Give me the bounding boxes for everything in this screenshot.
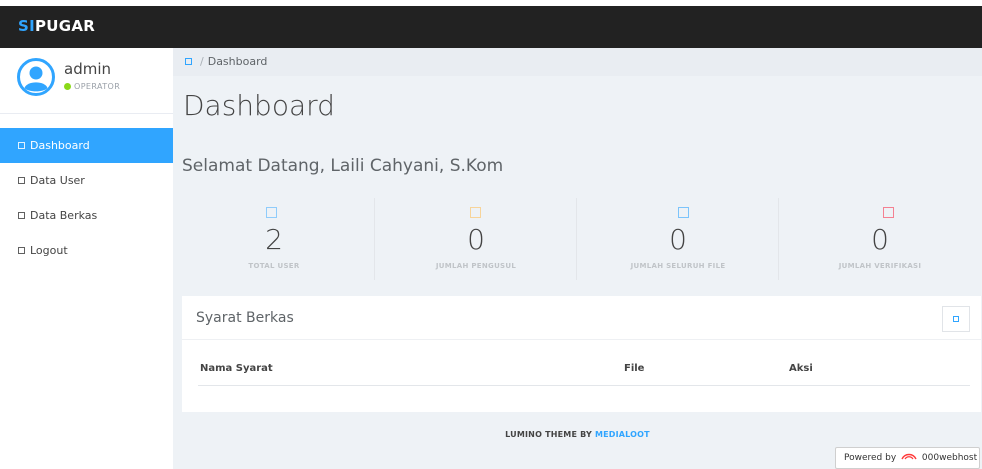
add-syarat-button[interactable] [942, 306, 970, 332]
logout-icon [18, 247, 25, 254]
user-icon [18, 177, 25, 184]
dashboard-icon [18, 142, 25, 149]
stat-total-user: 2 TOTAL USER [173, 196, 375, 286]
user-avatar-icon [17, 58, 55, 96]
breadcrumb: / Dashboard [173, 48, 982, 76]
user-profile: admin OPERATOR [0, 48, 173, 114]
sidebar-item-data-berkas[interactable]: Data Berkas [0, 198, 173, 233]
sidebar-item-logout[interactable]: Logout [0, 233, 173, 268]
syarat-berkas-panel: Syarat Berkas Nama Syarat File Aksi [182, 296, 981, 412]
home-icon[interactable] [185, 58, 192, 65]
webhost-brand: 000webhost [921, 453, 978, 463]
webhost-logo-icon [901, 453, 917, 460]
medialoot-link[interactable]: MEDIALOOT [595, 430, 650, 439]
column-header-aksi: Aksi [789, 363, 813, 374]
file-icon [18, 212, 25, 219]
panel-heading: Syarat Berkas [182, 296, 981, 340]
profile-name: admin [64, 60, 111, 78]
user-stat-icon [266, 207, 277, 218]
sidebar-item-dashboard[interactable]: Dashboard [0, 128, 173, 163]
page-title: Dashboard [183, 89, 335, 122]
online-status-icon [64, 83, 71, 90]
panel-title: Syarat Berkas [196, 310, 294, 326]
pengusul-stat-icon [470, 207, 481, 218]
verifikasi-stat-icon [883, 207, 894, 218]
plus-icon [953, 316, 959, 322]
file-stat-icon [678, 207, 689, 218]
powered-by-badge[interactable]: Powered by 000webhost [835, 447, 980, 469]
stat-jumlah-seluruh-file: 0 JUMLAH SELURUH FILE [577, 196, 779, 286]
table-header-divider [198, 385, 970, 386]
stat-jumlah-verifikasi: 0 JUMLAH VERIFIKASI [779, 196, 981, 286]
sidebar: admin OPERATOR Dashboard Data User Data … [0, 48, 173, 469]
sidebar-item-data-user[interactable]: Data User [0, 163, 173, 198]
welcome-message: Selamat Datang, Laili Cahyani, S.Kom [182, 156, 504, 176]
top-border [0, 0, 982, 6]
column-header-file: File [624, 363, 645, 374]
footer-credit: LUMINO THEME BY MEDIALOOT [505, 430, 650, 439]
stats-row: 2 TOTAL USER 0 JUMLAH PENGUSUL 0 JUMLAH … [173, 196, 982, 286]
breadcrumb-current: Dashboard [207, 55, 268, 68]
brand-logo[interactable]: SIPUGAR [18, 17, 95, 35]
sidebar-menu: Dashboard Data User Data Berkas Logout [0, 128, 173, 268]
top-navbar: SIPUGAR [0, 0, 982, 48]
profile-role: OPERATOR [64, 82, 120, 91]
column-header-nama-syarat: Nama Syarat [200, 363, 273, 374]
stat-jumlah-pengusul: 0 JUMLAH PENGUSUL [375, 196, 577, 286]
